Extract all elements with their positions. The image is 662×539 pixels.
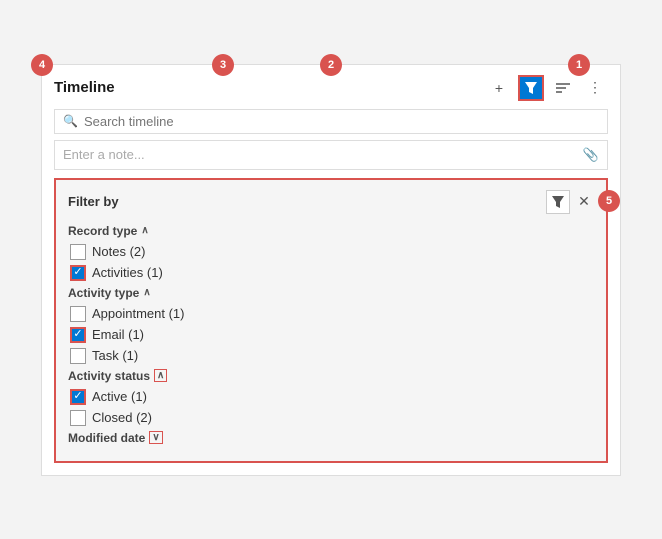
activities-checkbox[interactable] bbox=[70, 265, 86, 281]
closed-checkbox[interactable] bbox=[70, 410, 86, 426]
activity-status-title: Activity status ∧ bbox=[68, 369, 594, 383]
filter-panel-header: Filter by ✕ bbox=[68, 190, 594, 214]
modified-date-title: Modified date ∨ bbox=[68, 431, 594, 445]
activities-label: Activities (1) bbox=[92, 265, 163, 280]
email-checkbox[interactable] bbox=[70, 327, 86, 343]
annotation-badge-3: 3 bbox=[212, 54, 234, 76]
activity-type-section: Activity type ∧ Appointment (1) Email (1… bbox=[68, 286, 594, 364]
small-filter-icon bbox=[552, 196, 564, 208]
timeline-title: Timeline bbox=[54, 79, 115, 96]
filter-icon bbox=[525, 82, 537, 94]
task-label: Task (1) bbox=[92, 348, 138, 363]
active-item: Active (1) bbox=[68, 389, 594, 405]
note-input-area[interactable]: Enter a note... 📎 bbox=[54, 140, 608, 170]
record-type-title: Record type ∧ bbox=[68, 224, 594, 238]
modified-date-chevron[interactable]: ∨ bbox=[149, 431, 162, 444]
annotation-badge-5: 5 bbox=[598, 190, 620, 212]
filter-panel: 5 Filter by ✕ Record type ∧ Notes (2) bbox=[54, 178, 608, 463]
annotation-badge-1: 1 bbox=[568, 54, 590, 76]
filter-panel-actions: ✕ bbox=[546, 190, 594, 214]
activity-status-section: Activity status ∧ Active (1) Closed (2) bbox=[68, 369, 594, 426]
closed-item: Closed (2) bbox=[68, 410, 594, 426]
notes-label: Notes (2) bbox=[92, 244, 145, 259]
task-checkbox[interactable] bbox=[70, 348, 86, 364]
attachment-icon: 📎 bbox=[583, 147, 599, 163]
search-input[interactable] bbox=[84, 114, 599, 129]
more-button[interactable]: ⋮ bbox=[582, 75, 608, 101]
active-checkbox[interactable] bbox=[70, 389, 86, 405]
annotation-badge-4: 4 bbox=[31, 54, 53, 76]
filter-by-label: Filter by bbox=[68, 194, 119, 209]
activity-status-chevron[interactable]: ∧ bbox=[154, 369, 167, 382]
modified-date-section: Modified date ∨ bbox=[68, 431, 594, 445]
apply-filter-button[interactable] bbox=[546, 190, 570, 214]
sort-icon bbox=[556, 82, 570, 94]
closed-label: Closed (2) bbox=[92, 410, 152, 425]
add-button[interactable]: + bbox=[486, 75, 512, 101]
activity-type-title: Activity type ∧ bbox=[68, 286, 594, 300]
email-item: Email (1) bbox=[68, 327, 594, 343]
appointment-item: Appointment (1) bbox=[68, 306, 594, 322]
appointment-label: Appointment (1) bbox=[92, 306, 185, 321]
record-type-section: Record type ∧ Notes (2) Activities (1) bbox=[68, 224, 594, 281]
record-type-chevron[interactable]: ∧ bbox=[141, 225, 148, 236]
close-filter-button[interactable]: ✕ bbox=[574, 192, 594, 212]
notes-checkbox[interactable] bbox=[70, 244, 86, 260]
timeline-header: Timeline + ⋮ bbox=[54, 75, 608, 101]
filter-button[interactable] bbox=[518, 75, 544, 101]
timeline-icons: + ⋮ bbox=[486, 75, 608, 101]
appointment-checkbox[interactable] bbox=[70, 306, 86, 322]
search-bar: 🔍 bbox=[54, 109, 608, 134]
activity-type-chevron[interactable]: ∧ bbox=[143, 287, 150, 298]
activities-item: Activities (1) bbox=[68, 265, 594, 281]
note-placeholder: Enter a note... bbox=[63, 147, 145, 162]
annotation-badge-2: 2 bbox=[320, 54, 342, 76]
notes-item: Notes (2) bbox=[68, 244, 594, 260]
email-label: Email (1) bbox=[92, 327, 144, 342]
search-icon: 🔍 bbox=[63, 114, 78, 128]
sort-button[interactable] bbox=[550, 75, 576, 101]
active-label: Active (1) bbox=[92, 389, 147, 404]
task-item: Task (1) bbox=[68, 348, 594, 364]
